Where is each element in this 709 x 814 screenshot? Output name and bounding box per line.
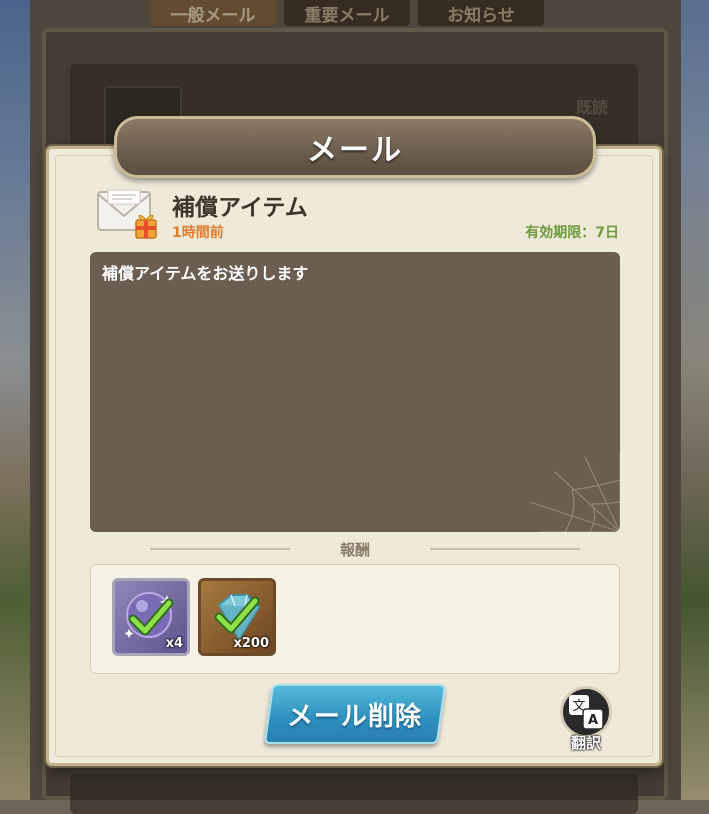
spiderweb-decoration-icon: [529, 452, 620, 532]
modal-title: メール: [307, 133, 403, 168]
translate-button[interactable]: 文 A: [560, 686, 612, 738]
delete-mail-label: メール削除: [287, 701, 423, 732]
delete-mail-button[interactable]: メール削除: [263, 684, 447, 744]
translate-icon: 文 A: [569, 695, 604, 730]
mail-gift-icon: [97, 189, 157, 239]
reward-quantity: x4: [165, 636, 183, 651]
mail-body-box[interactable]: 補償アイテムをお送りします: [90, 252, 620, 532]
svg-text:A: A: [588, 713, 598, 728]
reward-item-diamond[interactable]: x200: [198, 578, 276, 656]
mail-body-text: 補償アイテムをお送りします: [102, 264, 309, 283]
reward-item-orb[interactable]: x4: [112, 578, 190, 656]
mail-subject: 補償アイテム: [172, 195, 308, 221]
mail-expiry: 有効期限：7日: [525, 225, 619, 241]
modal-title-bar: メール: [114, 116, 596, 178]
reward-quantity: x200: [233, 636, 269, 651]
translate-label: 翻訳: [570, 734, 601, 752]
reward-header: 報酬: [339, 541, 370, 559]
mail-time-ago: 1時間前: [172, 225, 224, 241]
